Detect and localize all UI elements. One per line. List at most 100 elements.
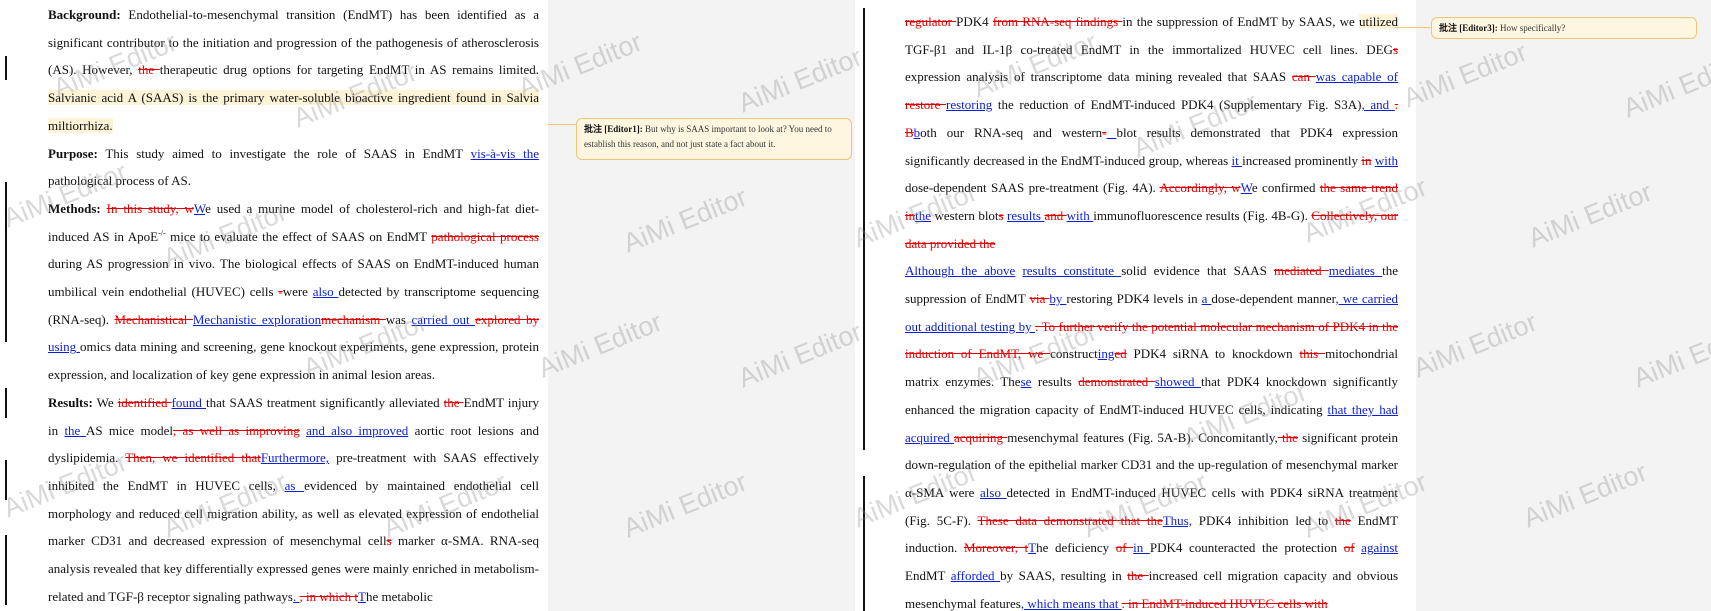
tracked-deletion[interactable]: from RNA-seq findings bbox=[993, 14, 1123, 29]
tracked-insertion[interactable]: it bbox=[1232, 153, 1243, 168]
tracked-insertion[interactable]: with bbox=[1067, 208, 1094, 223]
highlighted-text: utilized bbox=[1359, 14, 1399, 29]
comment-editor1[interactable]: 批注 [Editor1]: But why is SAAS important … bbox=[576, 118, 852, 160]
tracked-deletion[interactable]: Mechanistical bbox=[114, 312, 192, 327]
section-label: Results: bbox=[48, 394, 93, 410]
paragraph-results[interactable]: Results: We identified found that SAAS t… bbox=[48, 389, 539, 611]
tracked-deletion[interactable]: in bbox=[1361, 153, 1371, 168]
tracked-deletion[interactable]: the bbox=[138, 62, 160, 77]
tracked-insertion[interactable]: also bbox=[313, 284, 339, 299]
tracked-insertion[interactable]: , which means that bbox=[1021, 596, 1122, 611]
tracked-deletion[interactable]: mediated bbox=[1274, 263, 1329, 278]
paragraph-purpose[interactable]: Purpose: This study aimed to investigate… bbox=[48, 140, 539, 195]
tracked-deletion[interactable]: s bbox=[1393, 42, 1398, 57]
tracked-insertion[interactable]: Mechanistic exploration bbox=[193, 312, 321, 327]
run-text: PDK4 inhibition led to bbox=[1191, 512, 1335, 528]
paragraph-pdk4-knockdown[interactable]: Although the above results constitute so… bbox=[905, 257, 1398, 611]
tracked-deletion[interactable]: regulator bbox=[905, 14, 956, 29]
tracked-deletion[interactable]: of bbox=[1344, 540, 1355, 555]
workspace-gap bbox=[548, 0, 855, 611]
tracked-deletion[interactable]: Then, we identified that bbox=[125, 450, 261, 465]
tracked-insertion[interactable]: Furthermore, bbox=[261, 450, 329, 465]
run-text: EndMT bbox=[905, 568, 951, 584]
tracked-insertion[interactable]: T bbox=[1028, 540, 1036, 555]
tracked-deletion[interactable]: the bbox=[444, 395, 464, 410]
tracked-insertion[interactable]: by bbox=[1049, 291, 1066, 306]
tracked-insertion[interactable]: also bbox=[980, 485, 1007, 500]
run-text: omics data mining and screening, gene kn… bbox=[48, 339, 539, 383]
tracked-insertion[interactable]: afforded bbox=[951, 568, 1000, 583]
tracked-insertion[interactable]: and also improved bbox=[306, 423, 408, 438]
tracked-insertion[interactable]: as bbox=[285, 478, 305, 493]
comment-text: How specifically? bbox=[1497, 23, 1566, 33]
tracked-insertion[interactable]: Although the above bbox=[905, 263, 1015, 278]
tracked-deletion[interactable]: restore bbox=[905, 97, 946, 112]
tracked-deletion[interactable]: , as well as improving bbox=[173, 423, 300, 438]
tracked-deletion[interactable]: via bbox=[1029, 291, 1049, 306]
tracked-insertion[interactable]: the bbox=[915, 208, 931, 223]
tracked-deletion[interactable]: acquiring bbox=[954, 430, 1007, 445]
run-text: immunofluorescence results (Fig. 4B-G). bbox=[1093, 207, 1312, 223]
comment-editor3[interactable]: 批注 [Editor3]: How specifically? bbox=[1431, 17, 1697, 39]
tracked-deletion[interactable]: can bbox=[1292, 69, 1316, 84]
tracked-insertion[interactable]: results constitute bbox=[1022, 263, 1121, 278]
tracked-deletion[interactable]: of bbox=[1116, 540, 1133, 555]
tracked-deletion[interactable]: Accordingly, w bbox=[1159, 180, 1240, 195]
change-bar bbox=[5, 535, 7, 605]
tracked-insertion[interactable]: against bbox=[1361, 540, 1398, 555]
run-text: results bbox=[1031, 374, 1079, 390]
tracked-deletion[interactable]: , in which t bbox=[300, 589, 359, 604]
tracked-insertion[interactable]: a bbox=[1202, 291, 1212, 306]
tracked-deletion[interactable]: this bbox=[1299, 346, 1325, 361]
paragraph-results-continued[interactable]: regulator PDK4 from RNA-seq findings in … bbox=[905, 8, 1399, 257]
tracked-insertion[interactable]: carried out bbox=[411, 312, 475, 327]
run-text: pathological process of AS. bbox=[48, 173, 191, 189]
page-right-body[interactable]: regulator PDK4 from RNA-seq findings in … bbox=[905, 8, 1399, 611]
tracked-insertion[interactable]: ing bbox=[1098, 346, 1115, 361]
run-text: PDK4 siRNA to knockdown bbox=[1126, 346, 1300, 362]
tracked-deletion[interactable]: explored by bbox=[475, 312, 539, 327]
tracked-insertion[interactable]: in bbox=[1133, 540, 1150, 555]
tracked-insertion[interactable]: results bbox=[1007, 208, 1044, 223]
tracked-insertion[interactable]: was capable of bbox=[1316, 69, 1398, 84]
tracked-insertion[interactable]: mediates bbox=[1329, 263, 1382, 278]
tracked-deletion[interactable]: the bbox=[1278, 430, 1298, 445]
tracked-insertion[interactable]: the bbox=[64, 423, 86, 438]
run-text: e confirmed bbox=[1251, 180, 1320, 196]
tracked-insertion[interactable]: with bbox=[1375, 153, 1398, 168]
tracked-deletion[interactable]: identified bbox=[118, 395, 172, 410]
tracked-insertion[interactable] bbox=[1107, 125, 1117, 140]
tracked-insertion[interactable]: restoring bbox=[946, 97, 992, 112]
run-text: dose-dependent SAAS pre-treatment (Fig. … bbox=[905, 180, 1160, 196]
tracked-insertion[interactable]: W bbox=[1241, 180, 1252, 195]
tracked-insertion[interactable]: , and bbox=[1361, 97, 1394, 112]
tracked-deletion[interactable]: the bbox=[1127, 568, 1148, 583]
tracked-deletion[interactable]: . in EndMT-induced HUVEC cells with bbox=[1122, 596, 1328, 611]
tracked-insertion[interactable]: se bbox=[1021, 374, 1032, 389]
tracked-deletion[interactable]: ed bbox=[1114, 346, 1126, 361]
tracked-deletion[interactable]: demonstrated bbox=[1078, 374, 1155, 389]
tracked-insertion[interactable]: using bbox=[48, 339, 80, 354]
tracked-insertion[interactable]: W bbox=[194, 201, 205, 216]
tracked-deletion[interactable]: - bbox=[1102, 125, 1106, 140]
tracked-deletion[interactable]: In this study, w bbox=[107, 201, 194, 216]
tracked-deletion[interactable]: the bbox=[1335, 513, 1351, 528]
tracked-deletion[interactable]: pathological process bbox=[431, 229, 539, 244]
tracked-insertion[interactable]: found bbox=[172, 395, 206, 410]
tracked-deletion[interactable]: s bbox=[999, 208, 1004, 223]
change-bar bbox=[5, 460, 7, 500]
tracked-insertion[interactable]: T bbox=[358, 589, 366, 604]
tracked-deletion[interactable]: mechanism bbox=[321, 312, 386, 327]
run-text: construct bbox=[1050, 346, 1098, 362]
tracked-deletion[interactable]: These data demonstrated that the bbox=[978, 513, 1163, 528]
run-text: he metabolic bbox=[365, 588, 433, 604]
tracked-insertion[interactable]: showed bbox=[1155, 374, 1201, 389]
tracked-deletion[interactable]: and bbox=[1044, 208, 1066, 223]
page-left-body[interactable]: Background: Endothelial-to-mesenchymal t… bbox=[48, 1, 539, 610]
run-text: restoring PDK4 levels in bbox=[1066, 291, 1202, 307]
tracked-deletion[interactable]: Moreover, t bbox=[964, 540, 1028, 555]
paragraph-methods[interactable]: Methods: In this study, wWe used a murin… bbox=[48, 195, 539, 389]
tracked-insertion[interactable]: Thus, bbox=[1163, 513, 1192, 528]
tracked-insertion[interactable]: vis-à-vis the bbox=[471, 146, 539, 161]
paragraph-background[interactable]: Background: Endothelial-to-mesenchymal t… bbox=[48, 1, 539, 140]
